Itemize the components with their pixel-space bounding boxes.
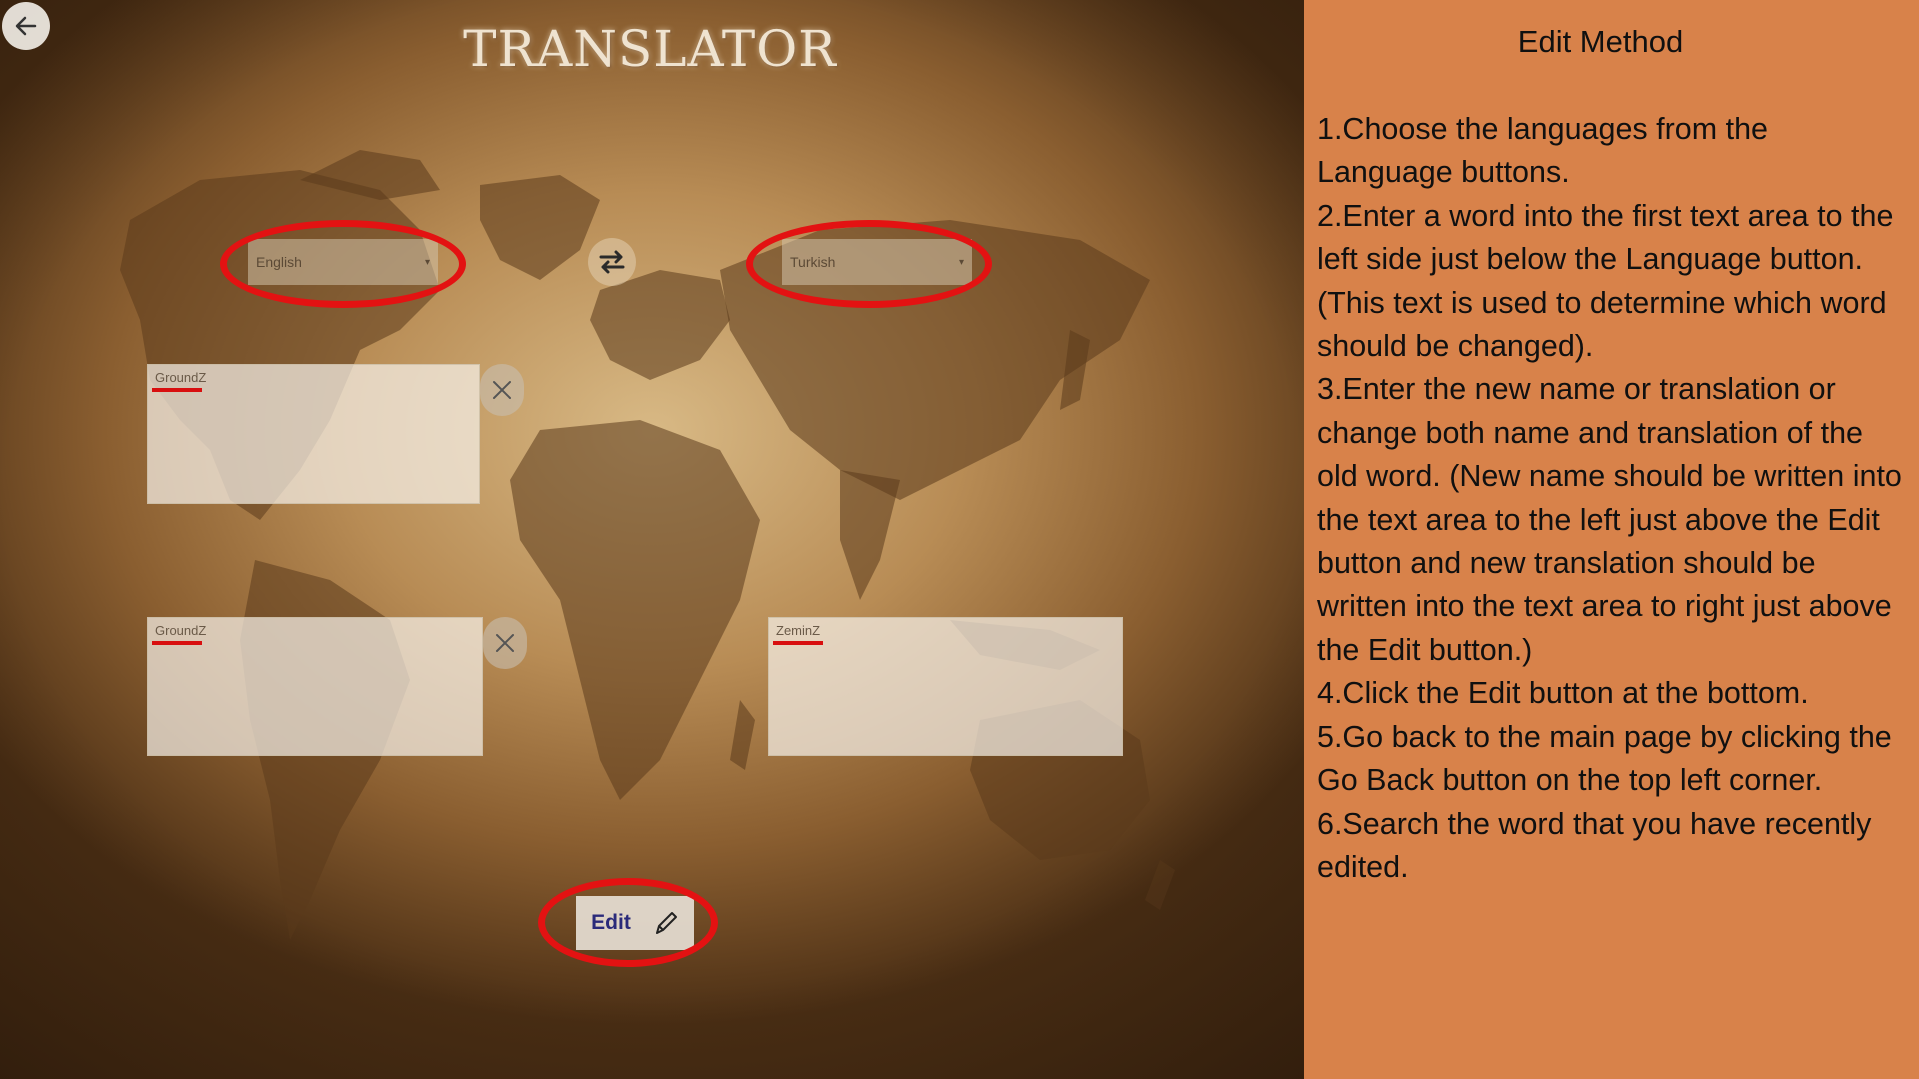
translator-app: TRANSLATOR English ▾ Turkish ▾ GroundZ G… — [0, 0, 1304, 1079]
instruction-step: 2.Enter a word into the first text area … — [1317, 198, 1894, 364]
new-translation-value: ZeminZ — [776, 623, 821, 638]
close-x-icon — [496, 634, 514, 652]
swap-languages-button[interactable] — [588, 238, 636, 286]
instruction-step: 1.Choose the languages from the Language… — [1317, 112, 1769, 190]
target-language-value: Turkish — [790, 254, 836, 270]
clear-old-word-button[interactable] — [480, 364, 524, 416]
page-title: TRANSLATOR — [463, 20, 837, 78]
chevron-down-icon: ▾ — [424, 256, 430, 268]
edit-button[interactable]: Edit — [576, 896, 694, 950]
instruction-step: 3.Enter the new name or translation or c… — [1317, 372, 1902, 667]
highlight-underline — [773, 641, 823, 645]
instruction-step: 6.Search the word that you have recently… — [1317, 806, 1872, 884]
highlight-underline — [152, 388, 202, 392]
source-language-dropdown[interactable]: English ▾ — [248, 239, 438, 285]
new-name-value: GroundZ — [155, 623, 207, 638]
instructions-heading: Edit Method — [1517, 24, 1684, 59]
new-translation-textarea[interactable]: ZeminZ — [768, 617, 1123, 756]
back-button[interactable] — [2, 2, 50, 50]
highlight-underline — [152, 641, 202, 645]
chevron-down-icon: ▾ — [958, 256, 964, 268]
new-name-textarea[interactable]: GroundZ — [147, 617, 483, 756]
pencil-icon — [655, 912, 677, 934]
swap-arrows-icon — [599, 250, 625, 274]
instruction-step: 4.Click the Edit button at the bottom. — [1317, 676, 1809, 711]
instructions-panel: Edit Method 1.Choose the languages from … — [1304, 0, 1919, 1079]
source-language-value: English — [256, 254, 302, 270]
instruction-step: 5.Go back to the main page by clicking t… — [1317, 719, 1892, 798]
arrow-left-icon — [15, 16, 37, 36]
old-word-value: GroundZ — [155, 370, 207, 385]
instructions-steps: 1.Choose the languages from the Language… — [1317, 108, 1911, 889]
close-x-icon — [493, 381, 511, 399]
target-language-dropdown[interactable]: Turkish ▾ — [782, 239, 972, 285]
old-word-textarea[interactable]: GroundZ — [147, 364, 480, 504]
edit-button-label: Edit — [591, 911, 631, 934]
clear-new-name-button[interactable] — [483, 617, 527, 669]
